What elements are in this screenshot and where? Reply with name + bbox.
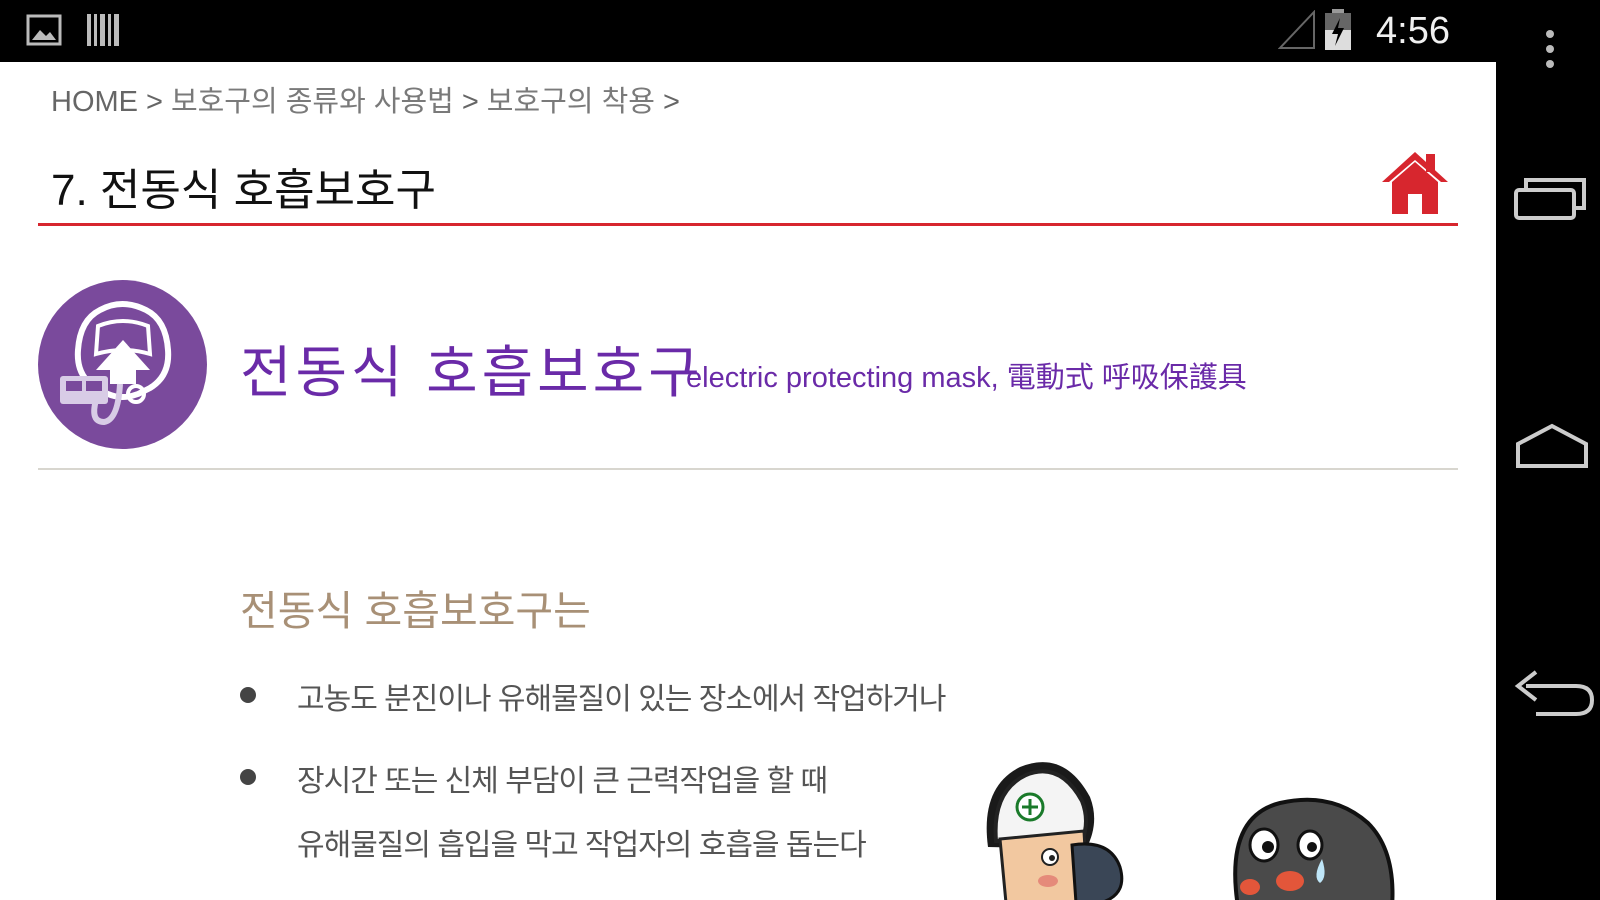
breadcrumb-separator: > [461,86,479,118]
breadcrumb-separator: > [662,86,680,118]
hero-title-korean: 전동식 호흡보호구 [240,341,704,404]
bullet-text: 고농도 분진이나 유해물질이 있는 장소에서 작업하거나 [297,683,946,716]
continuation-text: 유해물질의 흡입을 막고 작업자의 호흡을 돕는다 [297,829,867,862]
content-area: HOME > 보호구의 종류와 사용법 > 보호구의 착용 > 7. 전동식 호흡보호구 … [0,62,1496,900]
back-button[interactable] [1496,664,1600,724]
signal-icon [1277,9,1316,54]
battery-charging-icon [1323,8,1353,56]
status-bar: 4:56 [0,0,1600,62]
breadcrumb-item-protective-gear-types[interactable]: 보호구의 종류와 사용법 [171,78,454,120]
house-icon [1382,152,1448,214]
navigation-bar [1496,0,1600,900]
bullet-dot [240,769,256,785]
breadcrumb: HOME > 보호구의 종류와 사용법 > 보호구의 착용 > [51,78,688,120]
overflow-menu-icon [1546,30,1554,68]
home-nav-icon [1516,423,1588,468]
home-nav-button[interactable] [1496,414,1600,474]
back-icon [1514,670,1595,716]
home-button[interactable] [1380,150,1450,216]
section-divider [38,468,1458,470]
bullet-dot [240,687,256,703]
bullet-text: 장시간 또는 신체 부담이 큰 근력작업을 할 때 [297,765,828,798]
breadcrumb-home[interactable]: HOME [51,86,138,119]
title-divider [38,223,1458,226]
intro-heading: 전동식 호흡보호구는 [240,588,591,634]
hero-title-english: electric protecting mask, 電動式 呼吸保護具 [686,362,1247,394]
breadcrumb-separator: > [146,86,163,118]
page-title: 7. 전동식 호흡보호구 [51,166,436,215]
respirator-mask-icon [38,280,207,449]
breadcrumb-item-wearing-gear[interactable]: 보호구의 착용 [487,78,655,120]
barcode-notification-icon [86,12,120,52]
recent-apps-icon [1514,178,1586,220]
recent-apps-button[interactable] [1496,170,1600,230]
gallery-notification-icon [26,12,62,52]
worker-cartoon-illustration [960,727,1460,900]
clock: 4:56 [1376,10,1450,52]
overflow-menu-button[interactable] [1496,26,1600,76]
